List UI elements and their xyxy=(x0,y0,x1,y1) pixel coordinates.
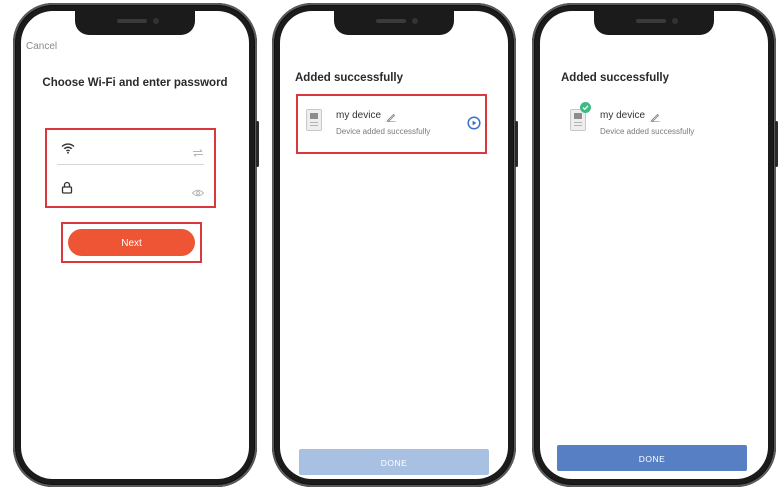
added-screen-complete: Added successfully my device Device adde… xyxy=(540,11,768,479)
wifi-password-field[interactable] xyxy=(57,174,205,204)
phone-notch xyxy=(334,11,454,35)
phone-notch xyxy=(75,11,195,35)
play-circle-icon[interactable] xyxy=(467,116,481,135)
added-screen-pending: Added successfully my device Device adde… xyxy=(280,11,508,479)
done-button[interactable]: DONE xyxy=(299,449,489,475)
edit-icon[interactable] xyxy=(650,109,660,127)
phone-frame-wifi: Cancel Choose Wi-Fi and enter password N… xyxy=(13,3,259,487)
device-row[interactable]: my device Device added successfully xyxy=(562,96,752,156)
wifi-setup-screen: Cancel Choose Wi-Fi and enter password N… xyxy=(21,11,249,479)
device-icon xyxy=(306,109,322,131)
phone-frame-done: Added successfully my device Device adde… xyxy=(532,3,778,487)
device-name[interactable]: my device xyxy=(336,110,381,121)
device-row-highlight[interactable]: my device Device added successfully xyxy=(296,94,487,154)
lock-icon xyxy=(61,181,73,199)
device-status: Device added successfully xyxy=(600,127,695,136)
page-title: Added successfully xyxy=(295,72,404,84)
page-title: Added successfully xyxy=(561,72,670,84)
edit-icon[interactable] xyxy=(386,109,396,127)
wifi-ssid-field[interactable] xyxy=(57,134,204,165)
device-status: Device added successfully xyxy=(336,127,431,136)
next-button-highlight: Next xyxy=(61,222,202,263)
phone-notch xyxy=(594,11,714,35)
wifi-icon xyxy=(61,141,75,159)
wifi-credentials-highlight xyxy=(45,128,216,208)
phone-frame-adding: Added successfully my device Device adde… xyxy=(272,3,518,487)
next-button[interactable]: Next xyxy=(68,229,195,256)
check-badge-icon xyxy=(580,102,591,113)
device-name[interactable]: my device xyxy=(600,110,645,121)
done-button[interactable]: DONE xyxy=(557,445,747,471)
swap-icon[interactable] xyxy=(192,144,204,162)
eye-icon[interactable] xyxy=(191,184,205,202)
page-title: Choose Wi-Fi and enter password xyxy=(42,77,228,89)
cancel-button[interactable]: Cancel xyxy=(26,41,57,52)
